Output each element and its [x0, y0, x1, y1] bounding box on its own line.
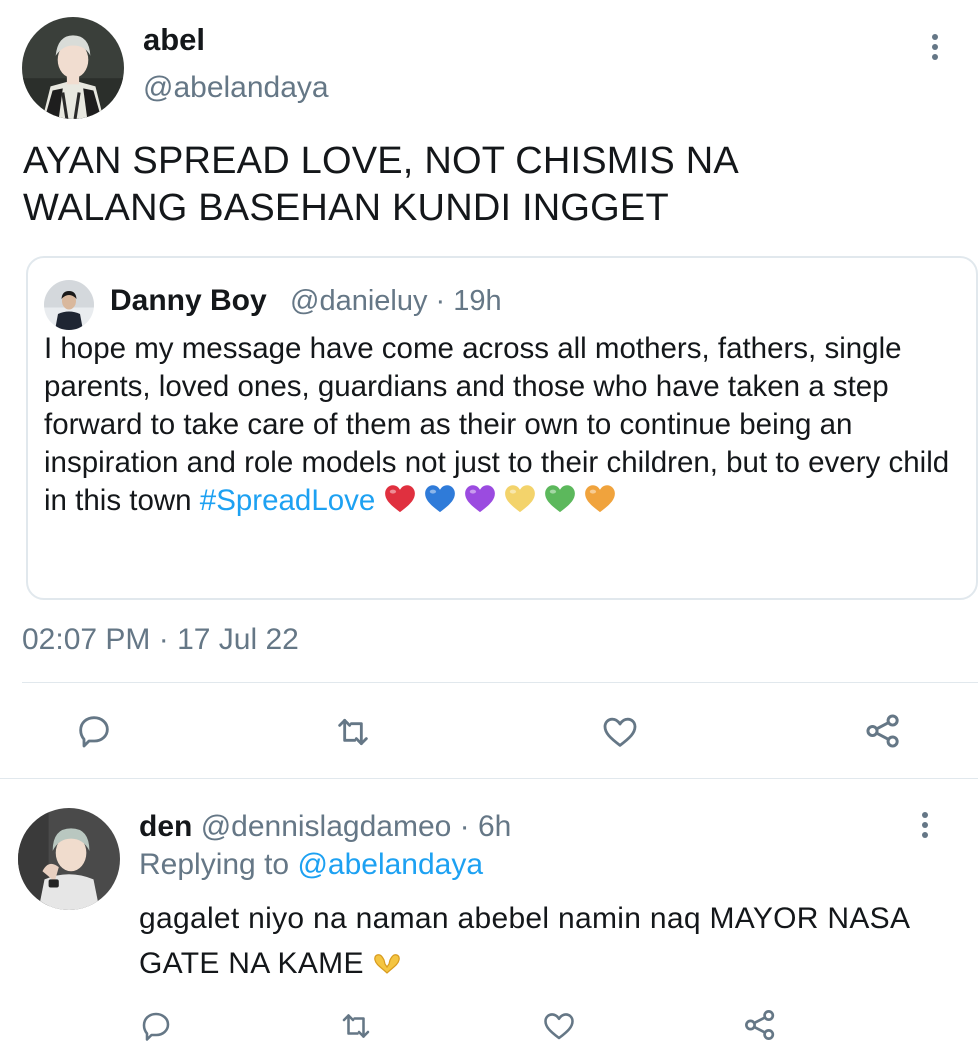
more-vertical-icon[interactable]: [913, 812, 937, 838]
replying-to-handle[interactable]: @abelandaya: [297, 848, 483, 881]
replying-to-prefix: Replying to: [139, 848, 290, 881]
heart-emoji-5: [545, 485, 576, 513]
quoted-tweet-card[interactable]: Danny Boy @danieluy · 19h I hope my mess…: [26, 256, 978, 600]
retweet-icon[interactable]: [338, 1008, 374, 1044]
reply-header: den @dennislagdameo · 6h: [139, 810, 511, 844]
heart-icon[interactable]: [599, 712, 641, 752]
divider: [22, 682, 978, 683]
main-avatar[interactable]: [22, 17, 124, 119]
main-tweet-text: AYAN SPREAD LOVE, NOT CHISMIS NA WALANG …: [23, 140, 739, 229]
heart-emoji-1: [385, 485, 416, 513]
reply-body: gagalet niyo na naman abebel namin naq M…: [139, 902, 909, 980]
reply-icon[interactable]: [138, 1008, 174, 1044]
share-icon[interactable]: [862, 710, 904, 752]
quoted-meta: @danieluy · 19h: [290, 285, 502, 317]
heart-emoji-4: [505, 485, 536, 513]
heart-emojis: [383, 482, 617, 514]
reply-tweet-text: gagalet niyo na naman abebel namin naq M…: [139, 896, 939, 989]
heart-emoji-2: [425, 485, 456, 513]
heart-emoji-6: [585, 485, 616, 513]
main-timestamp[interactable]: 02:07 PM · 17 Jul 22: [22, 623, 299, 657]
reply-icon[interactable]: [74, 711, 114, 751]
hashtag-link[interactable]: #SpreadLove: [200, 484, 376, 517]
reply-avatar[interactable]: [18, 808, 120, 910]
retweet-icon[interactable]: [332, 712, 374, 752]
divider: [0, 778, 978, 779]
main-handle[interactable]: @abelandaya: [143, 71, 329, 105]
quoted-avatar[interactable]: [44, 280, 94, 330]
share-icon[interactable]: [741, 1006, 779, 1044]
heart-emoji-3: [465, 485, 496, 513]
more-vertical-icon[interactable]: [923, 34, 947, 60]
quoted-display-name[interactable]: Danny Boy: [110, 284, 267, 318]
heart-icon[interactable]: [541, 1008, 577, 1044]
quoted-tweet-text: I hope my message have come across all m…: [44, 330, 954, 520]
reply-display-name[interactable]: den: [139, 810, 192, 843]
reply-meta: @dennislagdameo · 6h: [200, 810, 512, 843]
main-display-name[interactable]: abel: [143, 22, 205, 58]
heart-hands-emoji: [372, 944, 402, 989]
replying-to: Replying to @abelandaya: [139, 848, 483, 882]
